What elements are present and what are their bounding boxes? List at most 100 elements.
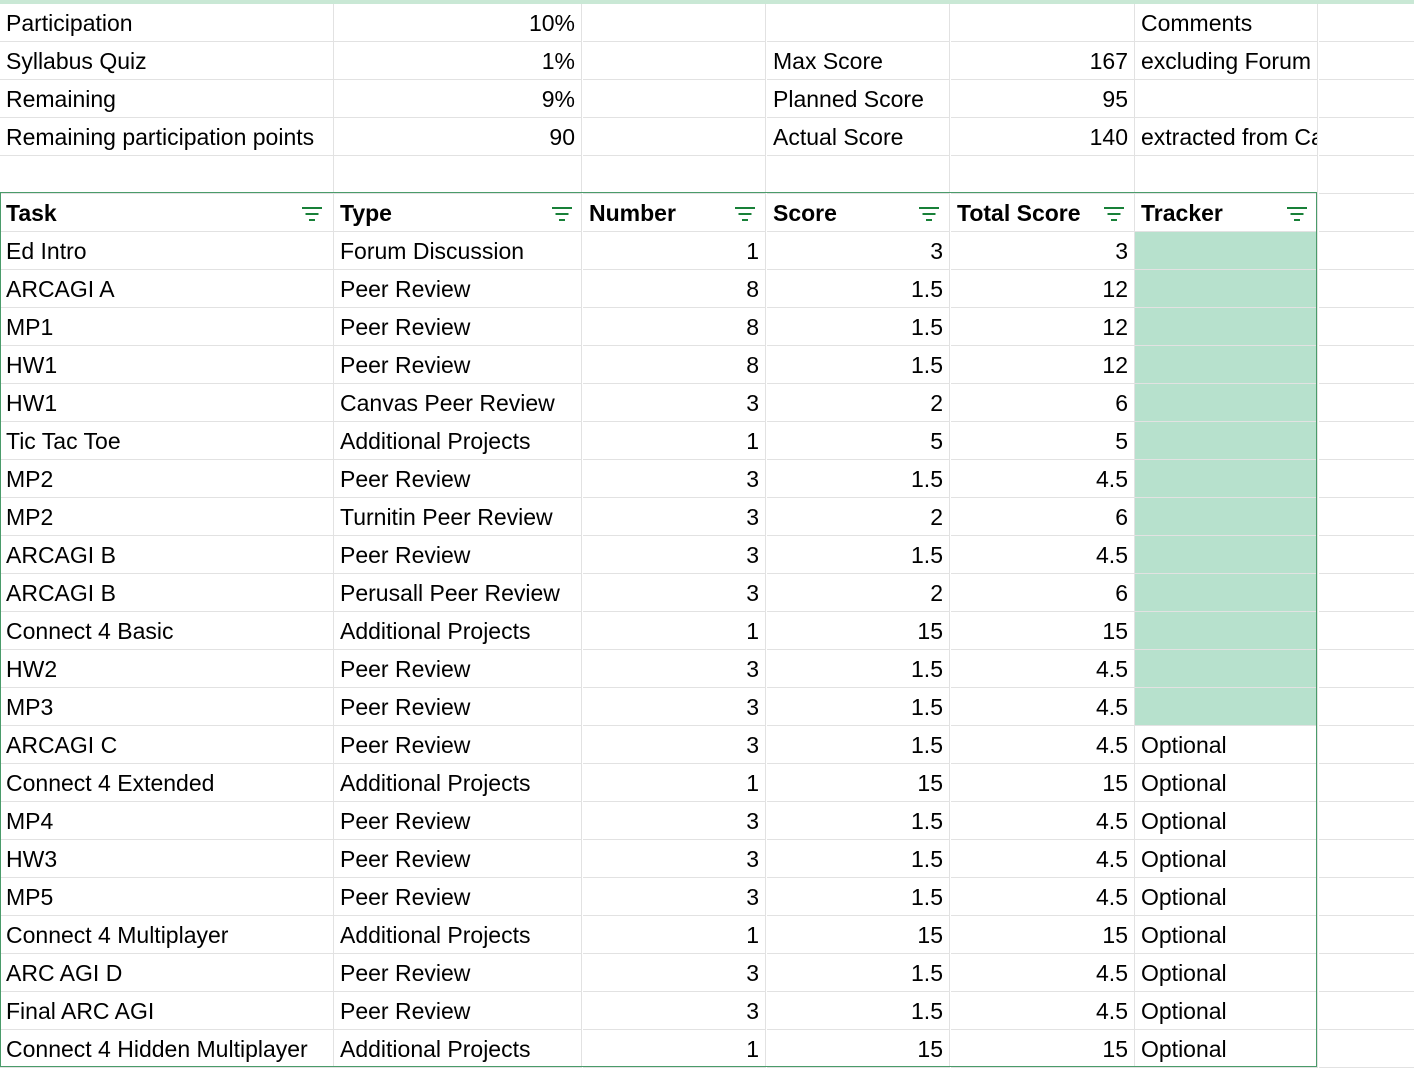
score-cell[interactable]: 2 <box>767 384 950 422</box>
empty-cell[interactable] <box>1319 1030 1414 1068</box>
type-cell[interactable]: Peer Review <box>334 954 582 992</box>
number-cell[interactable]: 1 <box>583 612 766 650</box>
number-cell[interactable]: 3 <box>583 802 766 840</box>
task-cell[interactable]: Connect 4 Basic <box>0 612 334 650</box>
summary-label-cell[interactable]: Remaining participation points <box>0 118 334 156</box>
tracker-cell[interactable]: Optional <box>1135 954 1318 992</box>
type-cell[interactable]: Canvas Peer Review <box>334 384 582 422</box>
tracker-cell[interactable]: Optional <box>1135 840 1318 878</box>
empty-cell[interactable] <box>1319 308 1414 346</box>
type-cell[interactable]: Peer Review <box>334 270 582 308</box>
total-score-cell[interactable]: 3 <box>951 232 1135 270</box>
score-cell[interactable]: 1.5 <box>767 878 950 916</box>
task-cell[interactable]: MP5 <box>0 878 334 916</box>
number-cell[interactable]: 3 <box>583 384 766 422</box>
empty-cell[interactable] <box>1319 194 1414 232</box>
tracker-cell[interactable]: Optional <box>1135 1030 1318 1068</box>
empty-cell[interactable] <box>583 80 766 118</box>
total-score-cell[interactable]: 4.5 <box>951 460 1135 498</box>
tracker-cell[interactable] <box>1135 308 1318 346</box>
summary-value-cell[interactable]: 90 <box>334 118 582 156</box>
task-cell[interactable]: ARC AGI D <box>0 954 334 992</box>
task-cell[interactable]: HW3 <box>0 840 334 878</box>
task-cell[interactable]: ARCAGI B <box>0 574 334 612</box>
header-type[interactable]: Type <box>334 194 582 232</box>
empty-cell[interactable] <box>1319 346 1414 384</box>
empty-cell[interactable] <box>583 42 766 80</box>
task-cell[interactable]: Tic Tac Toe <box>0 422 334 460</box>
summary-value-cell[interactable]: 9% <box>334 80 582 118</box>
empty-cell[interactable] <box>1319 764 1414 802</box>
total-score-cell[interactable]: 4.5 <box>951 992 1135 1030</box>
score-cell[interactable]: 1.5 <box>767 536 950 574</box>
tracker-cell[interactable] <box>1135 536 1318 574</box>
empty-cell[interactable] <box>1319 992 1414 1030</box>
score-cell[interactable]: 1.5 <box>767 992 950 1030</box>
total-score-cell[interactable]: 6 <box>951 498 1135 536</box>
number-cell[interactable]: 3 <box>583 992 766 1030</box>
filter-icon[interactable] <box>734 206 756 222</box>
score-cell[interactable]: 1.5 <box>767 840 950 878</box>
task-cell[interactable]: Connect 4 Multiplayer <box>0 916 334 954</box>
type-cell[interactable]: Peer Review <box>334 688 582 726</box>
task-cell[interactable]: MP3 <box>0 688 334 726</box>
total-score-cell[interactable]: 4.5 <box>951 726 1135 764</box>
total-score-cell[interactable]: 4.5 <box>951 650 1135 688</box>
type-cell[interactable]: Perusall Peer Review <box>334 574 582 612</box>
empty-cell[interactable] <box>1319 498 1414 536</box>
total-score-cell[interactable]: 15 <box>951 612 1135 650</box>
number-cell[interactable]: 3 <box>583 840 766 878</box>
empty-cell[interactable] <box>1319 42 1414 80</box>
total-score-cell[interactable]: 15 <box>951 764 1135 802</box>
number-cell[interactable]: 3 <box>583 688 766 726</box>
task-cell[interactable]: Final ARC AGI <box>0 992 334 1030</box>
empty-cell[interactable] <box>1319 232 1414 270</box>
number-cell[interactable]: 1 <box>583 916 766 954</box>
empty-cell[interactable] <box>334 156 582 194</box>
empty-cell[interactable] <box>583 4 766 42</box>
tracker-cell[interactable]: Optional <box>1135 764 1318 802</box>
summary-value-cell[interactable]: 10% <box>334 4 582 42</box>
score-cell[interactable]: 1.5 <box>767 650 950 688</box>
score-cell[interactable]: 15 <box>767 764 950 802</box>
tracker-cell[interactable] <box>1135 650 1318 688</box>
number-cell[interactable]: 3 <box>583 650 766 688</box>
empty-cell[interactable] <box>1319 460 1414 498</box>
filter-icon[interactable] <box>1286 206 1308 222</box>
number-cell[interactable]: 8 <box>583 308 766 346</box>
score-cell[interactable]: 1.5 <box>767 726 950 764</box>
tracker-cell[interactable] <box>1135 346 1318 384</box>
filter-icon[interactable] <box>918 206 940 222</box>
total-score-cell[interactable]: 12 <box>951 308 1135 346</box>
task-cell[interactable]: ARCAGI C <box>0 726 334 764</box>
summary-label-cell[interactable]: Syllabus Quiz <box>0 42 334 80</box>
score-cell[interactable]: 5 <box>767 422 950 460</box>
score-label-cell[interactable]: Planned Score <box>767 80 950 118</box>
task-cell[interactable]: MP2 <box>0 460 334 498</box>
type-cell[interactable]: Peer Review <box>334 308 582 346</box>
score-label-cell[interactable] <box>767 4 950 42</box>
task-cell[interactable]: MP1 <box>0 308 334 346</box>
type-cell[interactable]: Forum Discussion <box>334 232 582 270</box>
total-score-cell[interactable]: 6 <box>951 384 1135 422</box>
total-score-cell[interactable]: 4.5 <box>951 840 1135 878</box>
task-cell[interactable]: HW2 <box>0 650 334 688</box>
total-score-cell[interactable]: 15 <box>951 916 1135 954</box>
tracker-cell[interactable]: Optional <box>1135 916 1318 954</box>
summary-label-cell[interactable]: Remaining <box>0 80 334 118</box>
empty-cell[interactable] <box>1319 270 1414 308</box>
type-cell[interactable]: Additional Projects <box>334 422 582 460</box>
comment-cell[interactable]: extracted from Canvas <box>1135 118 1318 156</box>
number-cell[interactable]: 3 <box>583 726 766 764</box>
total-score-cell[interactable]: 4.5 <box>951 536 1135 574</box>
filter-icon[interactable] <box>551 206 573 222</box>
number-cell[interactable]: 3 <box>583 574 766 612</box>
total-score-cell[interactable]: 4.5 <box>951 802 1135 840</box>
score-cell[interactable]: 15 <box>767 612 950 650</box>
score-cell[interactable]: 3 <box>767 232 950 270</box>
number-cell[interactable]: 3 <box>583 498 766 536</box>
type-cell[interactable]: Peer Review <box>334 878 582 916</box>
summary-value-cell[interactable]: 1% <box>334 42 582 80</box>
tracker-cell[interactable] <box>1135 612 1318 650</box>
total-score-cell[interactable]: 4.5 <box>951 878 1135 916</box>
